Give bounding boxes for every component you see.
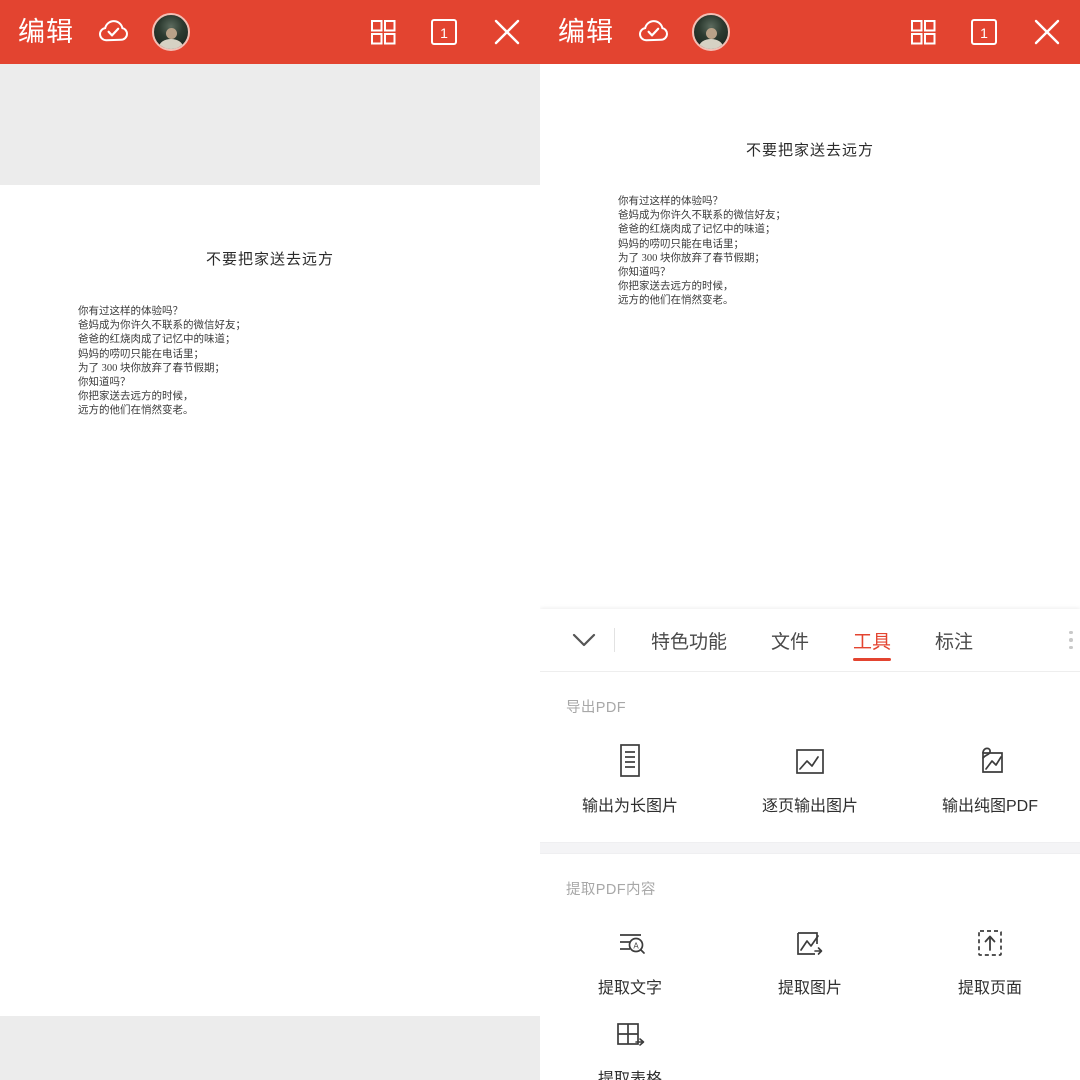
tab-features[interactable]: 特色功能 bbox=[629, 609, 749, 671]
tool-label: 提取文字 bbox=[597, 980, 662, 997]
tab-label: 文件 bbox=[771, 631, 810, 653]
document-line: 你知道吗？ bbox=[618, 267, 671, 279]
document-line: 爸妈成为你许久不联系的微信好友； bbox=[618, 210, 786, 222]
tab-active-underline bbox=[853, 658, 892, 661]
chevron-down-icon[interactable] bbox=[562, 618, 606, 662]
tab-label: 工具 bbox=[853, 631, 892, 653]
cloud-check-icon[interactable] bbox=[636, 15, 670, 49]
tool-label: 输出纯图PDF bbox=[941, 798, 1038, 815]
group-title: 导出PDF bbox=[566, 700, 626, 716]
tool-label: 提取图片 bbox=[777, 980, 842, 997]
close-icon[interactable] bbox=[490, 15, 524, 49]
document-line: 爸爸的红烧肉成了记忆中的味道； bbox=[78, 334, 236, 346]
document-line: 你把家送去远方的时候， bbox=[78, 391, 194, 403]
document-title: 不要把家送去远方 bbox=[745, 143, 874, 159]
tool-label: 提取表格 bbox=[597, 1071, 662, 1080]
document-line: 你知道吗？ bbox=[78, 377, 131, 389]
document-body: 你有过这样的体验吗？ 爸妈成为你许久不联系的微信好友； 爸爸的红烧肉成了记忆中的… bbox=[78, 305, 540, 419]
document-line: 你有过这样的体验吗？ bbox=[618, 196, 723, 207]
topbar-right-group: 1 bbox=[908, 15, 1064, 49]
document-line: 爸爸的红烧肉成了记忆中的味道； bbox=[618, 224, 776, 236]
document-line: 远方的他们在悄然变老。 bbox=[78, 405, 194, 417]
document-line: 你有过这样的体验吗？ bbox=[78, 306, 183, 317]
tool-extract-page[interactable]: 提取页面 bbox=[900, 913, 1080, 1004]
tool-page-image[interactable]: 逐页输出图片 bbox=[720, 731, 900, 822]
page-count-badge[interactable]: 1 bbox=[968, 16, 1000, 48]
topbar-left-group: 编辑 bbox=[18, 13, 190, 51]
user-avatar[interactable] bbox=[152, 13, 190, 51]
more-dot bbox=[1069, 638, 1073, 642]
group-title: 提取PDF内容 bbox=[566, 882, 656, 898]
cloud-check-icon[interactable] bbox=[96, 15, 130, 49]
document-line: 为了 300 块你放弃了春节假期； bbox=[618, 252, 765, 264]
extract-text-icon: A bbox=[612, 925, 648, 961]
group-export-pdf: 导出PDF 输出为长图片 逐页输出图片 输出纯图PDF bbox=[540, 672, 1080, 842]
document-viewport-right[interactable]: 不要把家送去远方 你有过这样的体验吗？ 爸妈成为你许久不联系的微信好友； 爸爸的… bbox=[540, 64, 1080, 1080]
tool-long-image[interactable]: 输出为长图片 bbox=[540, 731, 720, 822]
tool-extract-table[interactable]: 提取表格 bbox=[540, 1004, 720, 1080]
more-vertical-icon[interactable] bbox=[1056, 630, 1080, 650]
tool-image-pdf[interactable]: 输出纯图PDF bbox=[900, 731, 1080, 822]
document-title: 不要把家送去远方 bbox=[205, 252, 334, 268]
left-panel: 编辑 1 不要把家送去远方 你有过这样的体验吗？ 爸妈成为你许久不联系的微信好友… bbox=[0, 0, 540, 1080]
page-count-badge[interactable]: 1 bbox=[428, 16, 460, 48]
document-line: 你把家送去远方的时候， bbox=[618, 281, 734, 293]
tab-tools[interactable]: 工具 bbox=[831, 609, 913, 671]
document-body: 你有过这样的体验吗？ 爸妈成为你许久不联系的微信好友； 爸爸的红烧肉成了记忆中的… bbox=[618, 195, 1080, 309]
user-avatar[interactable] bbox=[692, 13, 730, 51]
tool-label: 提取页面 bbox=[957, 980, 1022, 997]
tab-label: 标注 bbox=[935, 631, 974, 653]
tool-sheet: 特色功能 文件 工具 标注 导出PDF 输出为长图片 逐页输出图片 输出纯图PD… bbox=[540, 609, 1080, 1080]
tool-label: 输出为长图片 bbox=[581, 798, 678, 815]
extract-page-icon bbox=[972, 925, 1008, 961]
tab-list: 特色功能 文件 工具 标注 bbox=[619, 609, 1056, 671]
close-icon[interactable] bbox=[1030, 15, 1064, 49]
top-bar-left: 编辑 1 bbox=[0, 0, 540, 64]
document-page-left: 不要把家送去远方 你有过这样的体验吗？ 爸妈成为你许久不联系的微信好友； 爸爸的… bbox=[0, 185, 540, 1016]
tab-annotate[interactable]: 标注 bbox=[913, 609, 995, 671]
tab-label: 特色功能 bbox=[651, 631, 728, 653]
document-line: 妈妈的唠叨只能在电话里； bbox=[78, 348, 204, 360]
group-items: A 提取文字 提取图片 提取页面 提取表格 bbox=[540, 899, 1080, 1080]
top-bar-right: 编辑 1 bbox=[540, 0, 1080, 64]
right-panel: 编辑 1 不要把家送去远方 你有过这样的体验吗？ 爸妈成为你许久不联系的微信好友… bbox=[540, 0, 1080, 1080]
topbar-right-group: 1 bbox=[368, 15, 524, 49]
document-line: 妈妈的唠叨只能在电话里； bbox=[618, 238, 744, 250]
tool-extract-text[interactable]: A 提取文字 bbox=[540, 913, 720, 1004]
extract-table-icon bbox=[611, 1016, 649, 1052]
extract-image-icon bbox=[791, 925, 829, 961]
tab-divider bbox=[614, 628, 615, 652]
document-line: 远方的他们在悄然变老。 bbox=[618, 295, 734, 307]
edit-button[interactable]: 编辑 bbox=[558, 18, 614, 46]
grid-view-icon[interactable] bbox=[908, 17, 938, 47]
image-pdf-icon bbox=[971, 743, 1009, 779]
document-line: 爸妈成为你许久不联系的微信好友； bbox=[78, 320, 246, 332]
grid-view-icon[interactable] bbox=[368, 17, 398, 47]
long-image-icon bbox=[614, 743, 646, 779]
svg-text:A: A bbox=[633, 942, 639, 951]
tool-extract-image[interactable]: 提取图片 bbox=[720, 913, 900, 1004]
document-line: 为了 300 块你放弃了春节假期； bbox=[78, 362, 225, 374]
document-viewport-left[interactable]: 不要把家送去远方 你有过这样的体验吗？ 爸妈成为你许久不联系的微信好友； 爸爸的… bbox=[0, 64, 540, 1080]
tool-tab-bar: 特色功能 文件 工具 标注 bbox=[540, 609, 1080, 671]
tool-label: 逐页输出图片 bbox=[761, 798, 858, 815]
page-count-text: 1 bbox=[980, 25, 988, 41]
page-image-icon bbox=[792, 743, 828, 779]
edit-button[interactable]: 编辑 bbox=[18, 18, 74, 46]
page-count-text: 1 bbox=[440, 25, 448, 41]
topbar-left-group: 编辑 bbox=[558, 13, 730, 51]
more-dot bbox=[1069, 630, 1073, 635]
more-dot bbox=[1069, 645, 1073, 650]
group-items: 输出为长图片 逐页输出图片 输出纯图PDF bbox=[540, 717, 1080, 842]
tab-file[interactable]: 文件 bbox=[749, 609, 831, 671]
group-extract-pdf-content: 提取PDF内容 A 提取文字 提取图片 提取页面 提取表格 bbox=[540, 854, 1080, 1080]
dual-screenshot-composite: 编辑 1 不要把家送去远方 你有过这样的体验吗？ 爸妈成为你许久不联系的微信好友… bbox=[0, 0, 1080, 1080]
section-band bbox=[540, 842, 1080, 854]
